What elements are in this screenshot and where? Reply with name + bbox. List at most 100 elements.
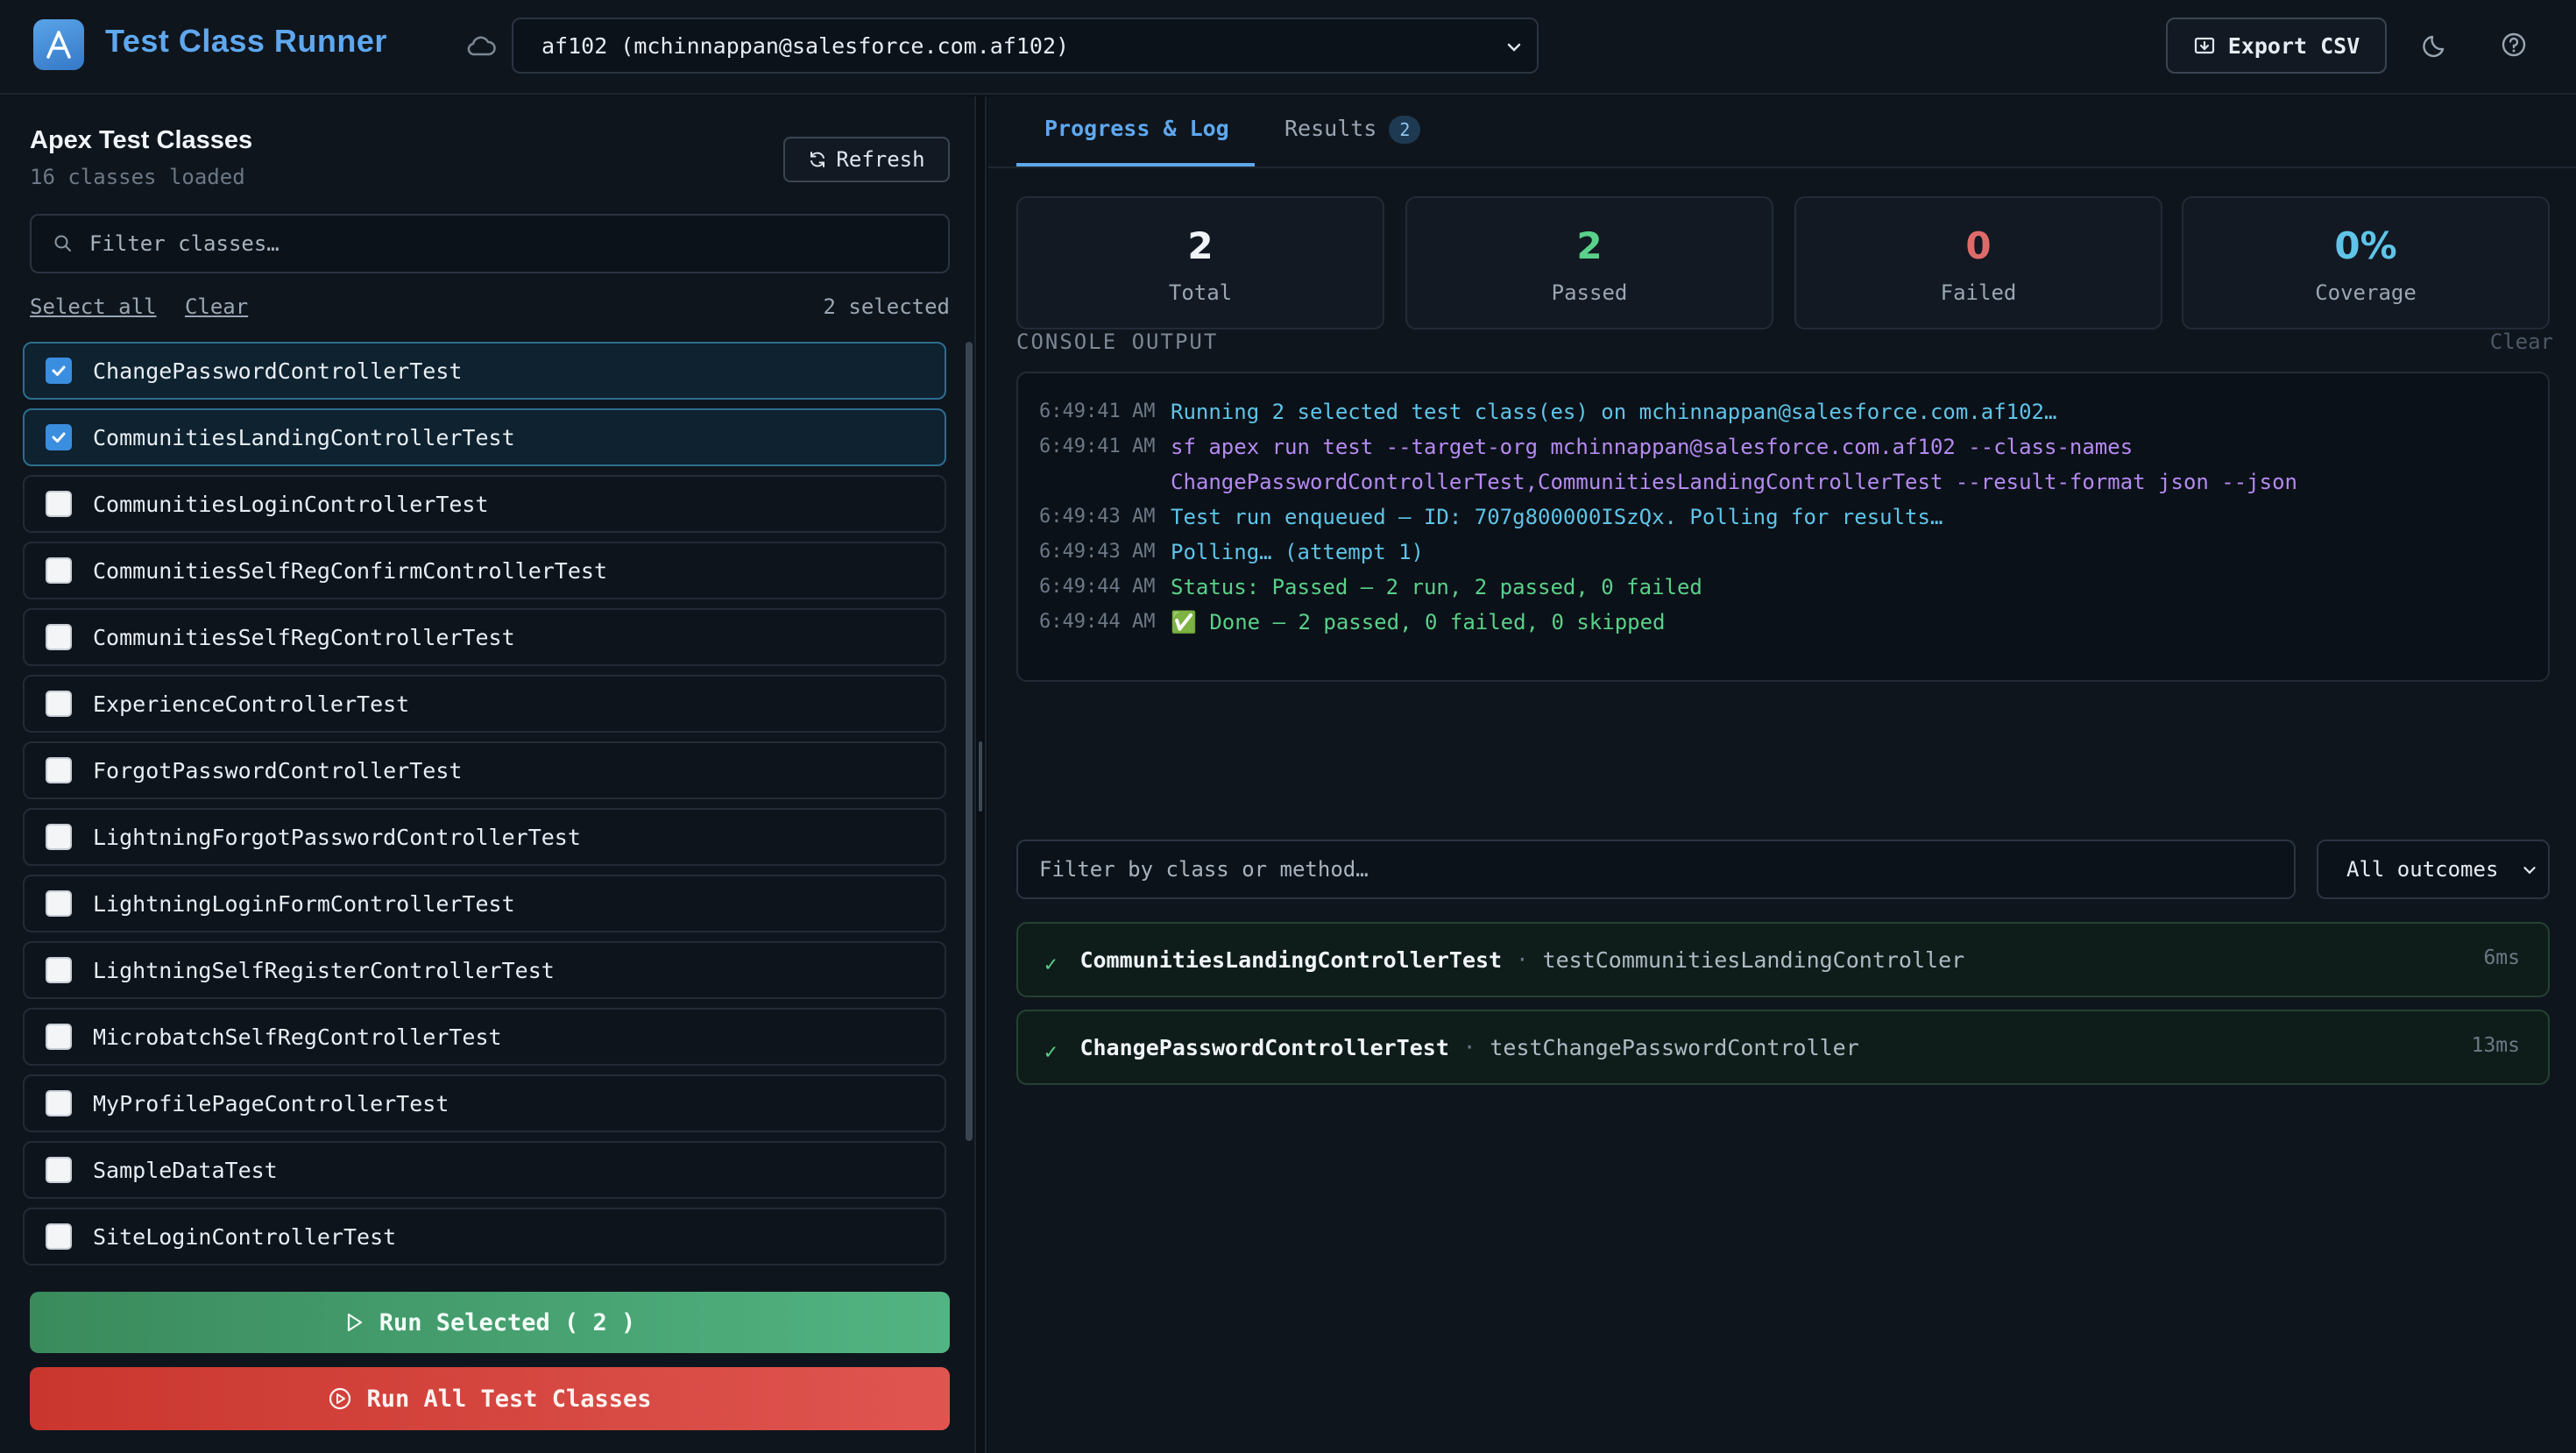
tab-results-label: Results [1284, 116, 1377, 141]
selection-controls: Select all Clear 2 selected [30, 294, 950, 324]
class-name: SiteLoginControllerTest [93, 1223, 397, 1250]
class-item[interactable]: SiteLoginControllerTest [23, 1208, 946, 1265]
class-item[interactable]: CommunitiesSelfRegControllerTest [23, 608, 946, 666]
log-message: Running 2 selected test class(es) on mch… [1171, 400, 2057, 424]
stat-failed-label: Failed [1940, 280, 2017, 305]
moon-icon[interactable] [2422, 30, 2452, 60]
log-message: sf apex run test --target-org mchinnappa… [1171, 429, 2297, 500]
class-name: CommunitiesSelfRegConfirmControllerTest [93, 557, 607, 584]
chevron-down-icon [2523, 867, 2536, 875]
class-item[interactable]: MicrobatchSelfRegControllerTest [23, 1008, 946, 1066]
results-panel: Progress & Log Results 2 2 Total 2 Passed… [988, 96, 2576, 1453]
search-icon [54, 235, 71, 252]
chevron-down-icon [1507, 43, 1521, 52]
class-checkbox[interactable] [46, 890, 72, 917]
class-item[interactable]: MyProfilePageControllerTest [23, 1074, 946, 1132]
class-item[interactable]: ExperienceControllerTest [23, 675, 946, 733]
class-item[interactable]: CommunitiesLandingControllerTest [23, 408, 946, 466]
org-select[interactable]: af102 (mchinnappan@salesforce.com.af102) [512, 18, 1539, 74]
separator-dot: · [1516, 947, 1529, 972]
class-checkbox[interactable] [46, 1024, 72, 1050]
class-checkbox[interactable] [46, 358, 72, 384]
class-item[interactable]: LightningSelfRegisterControllerTest [23, 941, 946, 999]
class-checkbox[interactable] [46, 491, 72, 517]
clear-selection-link[interactable]: Clear [185, 294, 248, 319]
class-list-scrollbar[interactable] [966, 342, 973, 1141]
panel-resize-handle[interactable] [974, 96, 987, 1453]
app-title: Test Class Runner [105, 23, 387, 59]
stat-coverage-label: Coverage [2315, 280, 2417, 305]
stat-failed: 0 Failed [1794, 196, 2162, 330]
log-line: 6:49:44 AM ✅ Done — 2 passed, 0 failed, 0… [1039, 605, 2527, 640]
class-item[interactable]: LightningLoginFormControllerTest [23, 875, 946, 932]
class-filter-field[interactable] [30, 214, 950, 273]
results-count-badge: 2 [1389, 116, 1421, 144]
result-duration: 6ms [2483, 946, 2520, 969]
class-name: CommunitiesSelfRegControllerTest [93, 624, 515, 650]
result-class-name: CommunitiesLandingControllerTest [1079, 946, 1503, 973]
log-message: ✅ Done — 2 passed, 0 failed, 0 skipped [1171, 610, 1666, 634]
class-list: ChangePasswordControllerTest CommunitiesL… [23, 342, 946, 1365]
result-row[interactable]: ✓ CommunitiesLandingControllerTest · testCo… [1016, 922, 2550, 997]
help-icon[interactable] [2499, 30, 2529, 60]
class-item[interactable]: SampleDataTest [23, 1141, 946, 1199]
class-checkbox[interactable] [46, 957, 72, 983]
class-checkbox[interactable] [46, 1090, 72, 1116]
run-all-button[interactable]: Run All Test Classes [30, 1367, 950, 1430]
class-item[interactable]: ForgotPasswordControllerTest [23, 741, 946, 799]
refresh-button[interactable]: Refresh [783, 137, 950, 182]
log-timestamp: 6:49:41 AM [1039, 400, 1156, 422]
export-file-icon [2194, 37, 2214, 54]
export-csv-button[interactable]: Export CSV [2166, 18, 2387, 74]
log-timestamp: 6:49:44 AM [1039, 576, 1156, 598]
class-checkbox[interactable] [46, 1157, 72, 1183]
log-line: 6:49:44 AM Status: Passed — 2 run, 2 pass… [1039, 570, 2527, 605]
tab-results[interactable]: Results 2 [1284, 116, 1421, 144]
class-name: ForgotPasswordControllerTest [93, 757, 463, 783]
run-selected-button[interactable]: Run Selected ( 2 ) [30, 1292, 950, 1353]
class-checkbox[interactable] [46, 1223, 72, 1250]
stat-passed-value: 2 [1576, 224, 1603, 267]
outcome-select[interactable]: All outcomes [2317, 840, 2550, 899]
stat-total-label: Total [1168, 280, 1233, 305]
select-all-link[interactable]: Select all [30, 294, 157, 319]
class-filter-input[interactable] [89, 231, 931, 256]
play-icon [347, 1313, 362, 1332]
class-name: ChangePasswordControllerTest [93, 358, 463, 384]
log-line: 6:49:43 AM Test run enqueued — ID: 707g80… [1039, 500, 2527, 535]
class-item[interactable]: CommunitiesSelfRegConfirmControllerTest [23, 542, 946, 599]
app-header: Test Class Runner af102 (mchinnappan@sal… [0, 0, 2576, 95]
class-checkbox[interactable] [46, 424, 72, 450]
class-checkbox[interactable] [46, 624, 72, 650]
stat-total-value: 2 [1187, 224, 1214, 267]
class-item[interactable]: CommunitiesLoginControllerTest [23, 475, 946, 533]
tab-bar: Progress & Log Results 2 [988, 96, 2576, 168]
console-clear-button[interactable]: Clear [2490, 330, 2553, 354]
active-tab-indicator [1016, 163, 1255, 167]
tab-progress-log[interactable]: Progress & Log [1044, 116, 1229, 141]
class-checkbox[interactable] [46, 757, 72, 783]
log-message-line: ChangePasswordControllerTest,Communities… [1171, 470, 2297, 494]
checkmark-icon [52, 432, 66, 443]
result-method-name: testCommunitiesLandingController [1542, 946, 1965, 973]
run-selected-label: Run Selected ( 2 ) [379, 1308, 636, 1336]
result-class-name: ChangePasswordControllerTest [1079, 1034, 1449, 1060]
class-checkbox[interactable] [46, 824, 72, 850]
class-checkbox[interactable] [46, 557, 72, 584]
class-item[interactable]: ChangePasswordControllerTest [23, 342, 946, 400]
result-filter-input[interactable] [1039, 857, 2266, 882]
stat-coverage: 0% Coverage [2182, 196, 2550, 330]
resize-grip[interactable] [979, 741, 982, 812]
checkmark-icon [52, 365, 66, 376]
console-heading: CONSOLE OUTPUT [1016, 330, 1219, 354]
refresh-icon [810, 152, 825, 167]
result-row[interactable]: ✓ ChangePasswordControllerTest · testChange… [1016, 1010, 2550, 1085]
pass-check-icon: ✓ [1044, 952, 1058, 976]
result-filter-field[interactable] [1016, 840, 2296, 899]
app-logo [33, 19, 84, 70]
class-name: ExperienceControllerTest [93, 691, 410, 717]
class-name: LightningForgotPasswordControllerTest [93, 824, 581, 850]
class-checkbox[interactable] [46, 691, 72, 717]
class-item[interactable]: LightningForgotPasswordControllerTest [23, 808, 946, 866]
result-method-name: testChangePasswordController [1490, 1034, 1859, 1060]
